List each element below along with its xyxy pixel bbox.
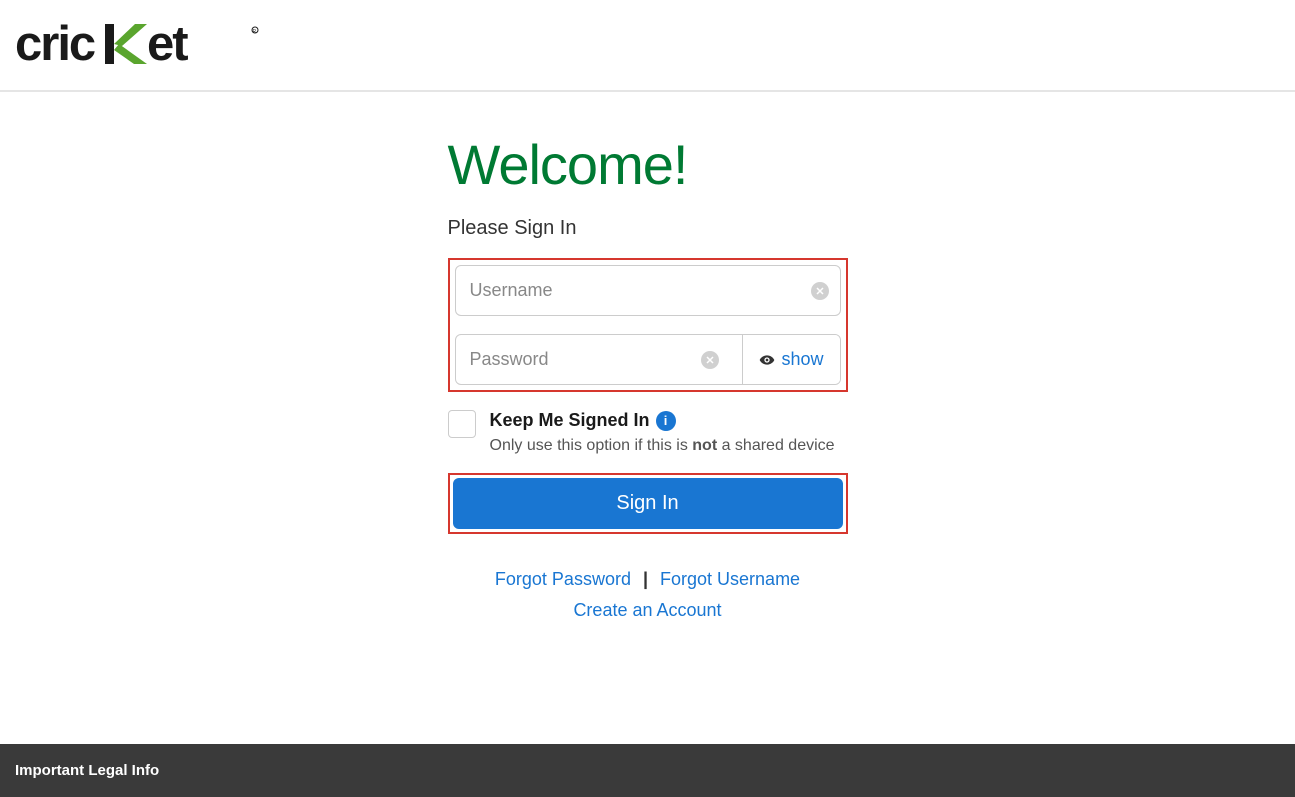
keep-signed-label-row: Keep Me Signed In i [490,410,848,431]
signin-button-highlight-box: Sign In [448,473,848,534]
keep-signed-text-block: Keep Me Signed In i Only use this option… [490,410,848,457]
links-row: Forgot Password | Forgot Username [448,569,848,590]
show-password-toggle[interactable]: show [742,335,839,384]
info-icon[interactable]: i [656,411,676,431]
show-password-label: show [781,349,823,370]
clear-password-icon[interactable] [701,351,719,369]
svg-text:R: R [253,29,257,35]
cricket-logo-icon: cric et R [15,20,260,70]
username-container [455,265,841,316]
svg-text:cric: cric [15,20,95,70]
create-account-link[interactable]: Create an Account [573,600,721,621]
header: cric et R [0,0,1295,92]
footer: Important Legal Info [0,744,1295,797]
signin-subtitle: Please Sign In [448,217,848,240]
main-content: Welcome! Please Sign In show [0,92,1295,744]
hint-suffix: a shared device [717,437,834,454]
password-input[interactable] [456,335,743,384]
password-container: show [455,334,841,385]
username-row [455,265,841,316]
logo[interactable]: cric et R [15,20,260,75]
username-input[interactable] [456,266,840,315]
password-row: show [455,334,841,385]
keep-signed-checkbox[interactable] [448,410,476,438]
keep-signed-in-section: Keep Me Signed In i Only use this option… [448,410,848,457]
form-highlight-box: show [448,258,848,392]
signin-button[interactable]: Sign In [453,478,843,529]
link-separator: | [643,569,648,590]
hint-bold: not [692,437,717,454]
eye-icon [759,352,775,368]
welcome-title: Welcome! [448,132,848,197]
forgot-password-link[interactable]: Forgot Password [495,569,631,590]
keep-signed-label: Keep Me Signed In [490,410,650,431]
svg-text:et: et [147,20,188,70]
forgot-username-link[interactable]: Forgot Username [660,569,800,590]
clear-username-icon[interactable] [811,282,829,300]
hint-prefix: Only use this option if this is [490,437,693,454]
legal-info-link[interactable]: Important Legal Info [15,762,1280,779]
keep-signed-hint: Only use this option if this is not a sh… [490,435,848,457]
